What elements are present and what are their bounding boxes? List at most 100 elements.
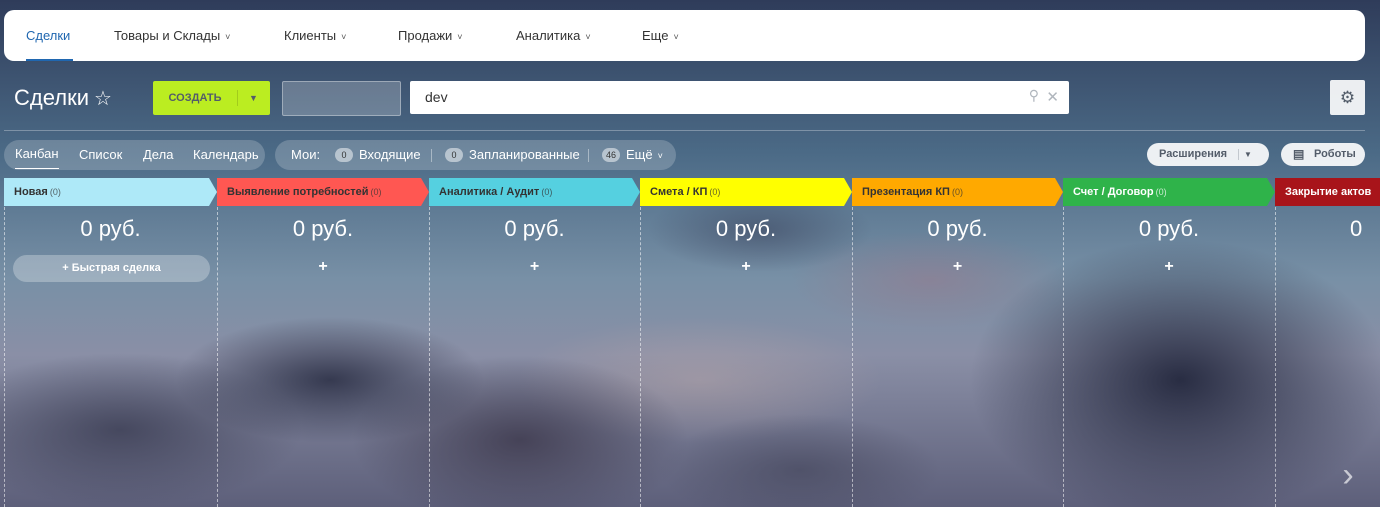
counter-badge: 0 [445,148,463,162]
stage-sum: 0 руб. [1138,216,1200,241]
nav-item-sales[interactable]: Продажи ˅ [398,10,463,61]
stage-sum: 0 руб. [715,216,777,241]
column-divider [4,207,5,507]
column-divider [1063,207,1064,507]
gear-icon[interactable]: ⚙ [1330,80,1365,115]
top-navigation: Сделки Товары и Склады ˅ Клиенты ˅ Продажи… [4,10,1365,61]
stage-count: (0) [541,187,553,197]
nav-item-label: Товары и Склады [114,28,221,43]
stage-header[interactable]: Счет / Договор (0) [1063,178,1275,206]
kanban-column: Презентация КП (0) 0 руб. + [852,178,1063,507]
nav-item-label: Сделки [26,28,71,43]
stage-name: Презентация КП [862,186,950,198]
stage-count: (0) [49,187,61,197]
search-field[interactable]: dev ⚲ ✕ [410,81,1069,114]
extensions-button[interactable]: Расширения ▼ [1147,143,1269,166]
column-divider [429,207,430,507]
column-divider [217,207,218,507]
counters-label: Мои: [291,147,321,162]
stage-name: Смета / КП [650,186,708,198]
stage-header[interactable]: Презентация КП (0) [852,178,1063,206]
column-divider [1275,207,1276,507]
add-deal-button[interactable]: + [640,258,852,276]
view-list[interactable]: Список [79,140,122,170]
counter-incoming[interactable]: 0 Входящие [335,140,421,170]
nav-item-label: Клиенты [284,28,337,43]
create-button-label: СОЗДАТЬ [168,92,222,104]
view-kanban[interactable]: Канбан [15,140,59,169]
add-deal-button[interactable]: + [1063,258,1275,276]
stage-name: Счет / Договор [1073,186,1154,198]
stage-name: Аналитика / Аудит [439,186,540,198]
view-activities[interactable]: Дела [143,140,173,170]
counters-panel: Мои: 0 Входящие 0 Запланированные 46 Ещё ˅ [275,140,676,170]
quick-deal-button[interactable]: + Быстрая сделка [13,255,210,282]
robot-icon: ▤ [1293,147,1305,161]
caret-down-icon[interactable]: ▼ [237,81,270,115]
extensions-label: Расширения [1159,148,1228,160]
caret-down-icon[interactable]: ▼ [1244,143,1252,166]
stage-header[interactable]: Выявление потребностей (0) [217,178,429,206]
kanban-column: Смета / КП (0) 0 руб. + [640,178,852,507]
stage-header[interactable]: Новая (0) [4,178,217,206]
close-icon[interactable]: ✕ [1046,88,1059,106]
stage-sum: 0 руб. [504,216,565,241]
filter-preset-selector[interactable] [282,81,401,116]
stage-header[interactable]: Аналитика / Аудит (0) [429,178,640,206]
kanban-column: Счет / Договор (0) 0 руб. + [1063,178,1275,507]
stage-name: Выявление потребностей [227,186,369,198]
counter-badge: 46 [602,148,620,162]
kanban-column: Выявление потребностей (0) 0 руб. + [217,178,429,507]
counter-planned[interactable]: 0 Запланированные [445,140,580,170]
chevron-down-icon: ˅ [341,32,347,42]
counter-label: Ещё [626,147,653,162]
stage-count: (0) [1155,187,1167,197]
stage-name: Закрытие актов [1285,186,1372,198]
stage-sum: 0 [1350,216,1363,241]
add-deal-button[interactable]: + [217,258,429,276]
toolbar-divider [4,130,1365,131]
stage-sum: 0 руб. [927,216,988,241]
nav-active-underline [26,59,73,61]
kanban-board: Новая (0) 0 руб. + Быстрая сделка Выявлен… [4,178,1380,507]
stage-header[interactable]: Закрытие актов [1275,178,1380,206]
kanban-column: Аналитика / Аудит (0) 0 руб. + [429,178,640,507]
search-icon[interactable]: ⚲ [1029,87,1039,104]
extensions-divider [1238,149,1239,160]
counter-badge: 0 [335,148,353,162]
column-divider [640,207,641,507]
nav-item-more[interactable]: Еще ˅ [642,10,679,61]
nav-item-products-warehouses[interactable]: Товары и Склады ˅ [114,10,230,61]
search-input[interactable]: dev [425,81,448,114]
view-calendar[interactable]: Календарь [193,140,259,170]
nav-item-deals[interactable]: Сделки [26,10,70,61]
stage-sum: 0 руб. [80,216,141,241]
nav-item-label: Еще [642,28,669,43]
chevron-down-icon: ˅ [585,32,591,42]
column-divider [852,207,853,507]
add-deal-button[interactable]: + [429,258,640,276]
stage-count: (0) [951,187,963,197]
chevron-down-icon: ˅ [657,151,663,161]
counter-label: Запланированные [469,147,580,162]
page-title: Сделки [14,85,89,110]
nav-item-label: Продажи [398,28,453,43]
stage-name: Новая [14,186,48,198]
robots-button[interactable]: ▤ Роботы [1281,143,1365,166]
stage-sum: 0 руб. [292,216,354,241]
counter-more[interactable]: 46 Ещё ˅ [602,140,663,171]
stage-header[interactable]: Смета / КП (0) [640,178,852,206]
nav-item-clients[interactable]: Клиенты ˅ [284,10,346,61]
create-button[interactable]: СОЗДАТЬ ▼ [153,81,270,115]
nav-item-analytics[interactable]: Аналитика ˅ [516,10,591,61]
stage-count: (0) [709,187,721,197]
chevron-down-icon: ˅ [457,32,463,42]
chevron-down-icon: ˅ [225,32,231,42]
view-switcher: Канбан Список Дела Календарь [4,140,265,170]
robots-label: Роботы [1314,148,1356,160]
star-outline-icon[interactable]: ☆ [94,86,112,111]
stage-count: (0) [370,187,382,197]
counter-separator [431,149,432,162]
add-deal-button[interactable]: + [852,258,1063,276]
chevron-right-icon[interactable]: › [1328,452,1368,498]
